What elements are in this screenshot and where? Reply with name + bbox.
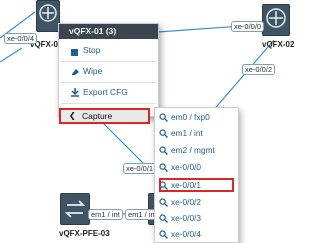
selected-interface-highlight (159, 178, 234, 192)
link-label: xe-0/0/2 (242, 64, 276, 75)
link-label: xe-0/0/0 (231, 21, 265, 32)
search-icon (159, 146, 168, 159)
switch-glyph (64, 200, 86, 218)
capture-interface-label: xe-0/0/3 (171, 213, 201, 223)
menu-item-label: Stop (83, 45, 101, 55)
search-icon (159, 230, 168, 243)
capture-interface-item[interactable]: xe-0/0/4 (155, 228, 238, 241)
export-icon (71, 88, 79, 101)
router-glyph (266, 8, 286, 28)
link-label: xe-0/0/1 (123, 163, 157, 174)
capture-interface-item[interactable]: xe-0/0/3 (155, 212, 238, 225)
capture-interface-item[interactable]: em2 / mgmt (155, 144, 238, 157)
link-label: em1 / int (88, 209, 123, 220)
router-icon[interactable] (36, 0, 60, 32)
capture-interface-label: em1 / int (171, 128, 203, 138)
menu-divider (61, 103, 156, 104)
search-icon (159, 163, 168, 176)
menu-item-label: Capture (82, 111, 113, 121)
menu-item-capture[interactable]: ❮ Capture (59, 108, 150, 124)
menu-item-stop[interactable]: Stop (59, 44, 158, 57)
search-icon (159, 129, 168, 142)
chevron-left-icon: ❮ (69, 111, 76, 120)
capture-interface-label: xe-0/0/2 (171, 197, 201, 207)
capture-interface-label: em2 / mgmt (171, 145, 215, 155)
capture-interface-label: em0 / fxp0 (171, 112, 210, 122)
search-icon (159, 113, 168, 126)
switch-icon[interactable] (60, 193, 90, 225)
menu-divider (61, 61, 156, 62)
capture-interface-item[interactable]: xe-0/0/0 (155, 161, 238, 174)
search-icon (159, 198, 168, 211)
node-label-vqfx02: vQFX-02 (262, 40, 295, 49)
capture-interface-item[interactable]: em0 / fxp0 (155, 111, 238, 124)
node-context-menu: vQFX-01 (3) Stop Wipe Export CFG (58, 23, 159, 117)
capture-interface-item[interactable]: xe-0/0/2 (155, 196, 238, 209)
capture-interface-label: xe-0/0/4 (171, 229, 201, 239)
menu-item-wipe[interactable]: Wipe (59, 65, 158, 78)
menu-item-export-cfg[interactable]: Export CFG (59, 86, 158, 99)
menu-item-label: Export CFG (83, 87, 128, 97)
link-label: xe-0/0/4 (4, 33, 38, 44)
stop-icon (71, 47, 78, 60)
router-icon[interactable] (262, 4, 290, 36)
menu-divider (61, 82, 156, 83)
capture-interface-label: xe-0/0/0 (171, 162, 201, 172)
router-glyph (39, 4, 57, 22)
wipe-icon (71, 67, 80, 80)
context-menu-title: vQFX-01 (3) (59, 24, 158, 39)
capture-interface-item[interactable]: em1 / int (155, 127, 238, 140)
capture-submenu: em0 / fxp0 em1 / int em2 / mgmt xe-0/0/0… (154, 107, 239, 243)
node-label-vqfxpfe03: vQFX-PFE-03 (59, 229, 110, 238)
menu-item-label: Wipe (83, 66, 103, 76)
topology-link (0, 47, 23, 63)
search-icon (159, 214, 168, 227)
